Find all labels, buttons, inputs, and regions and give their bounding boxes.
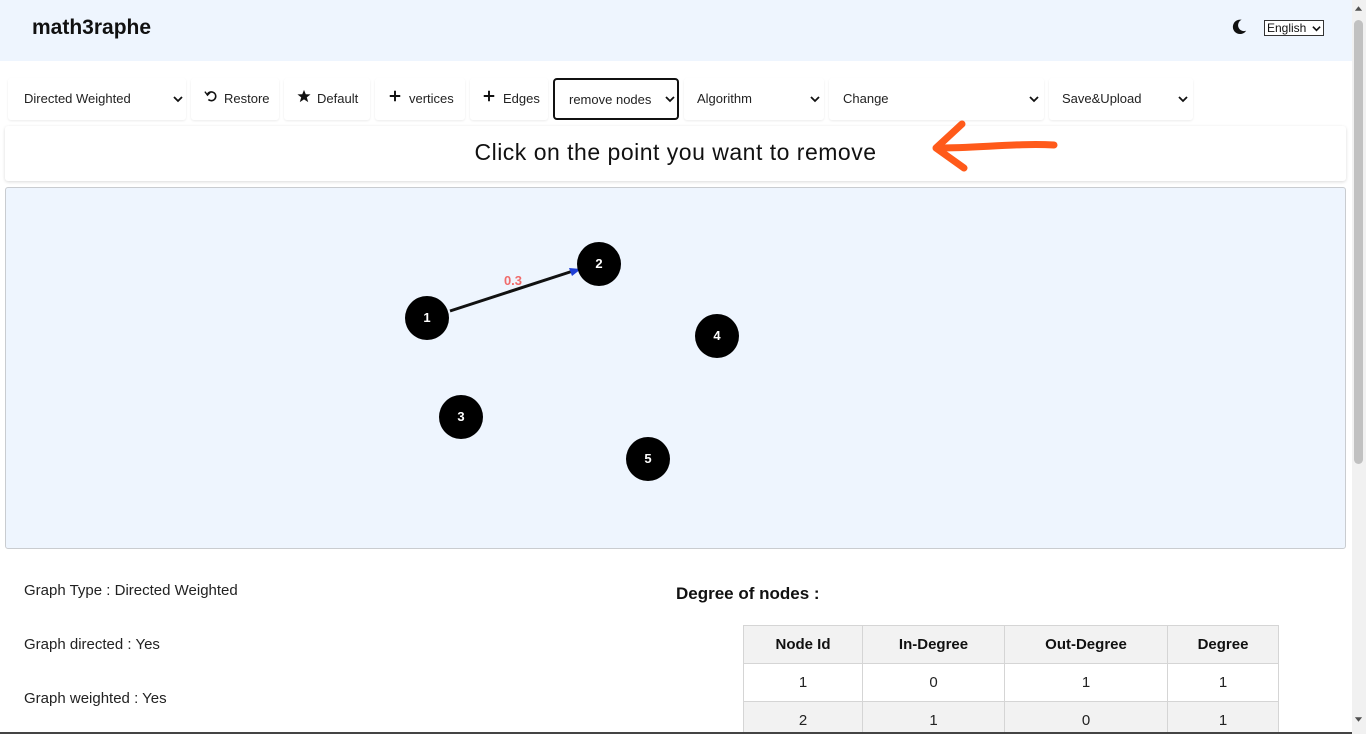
- table-header-row: Node Id In-Degree Out-Degree Degree: [743, 625, 1279, 664]
- edge-weight-label: 0.3: [504, 273, 522, 288]
- change-select[interactable]: Change: [829, 78, 1044, 120]
- node-label: 5: [644, 451, 651, 466]
- table-cell: 1: [743, 663, 863, 702]
- column-header: In-Degree: [862, 625, 1005, 664]
- graph-svg: 0.3 1 2 3 4 5: [405, 242, 739, 481]
- column-header: Node Id: [743, 625, 863, 664]
- graph-type-select[interactable]: Directed Weighted: [8, 78, 186, 120]
- graph-node-4[interactable]: 4: [695, 314, 739, 358]
- table-cell: 2: [743, 701, 863, 734]
- arrow-annotation-icon: [932, 120, 1058, 172]
- moon-icon[interactable]: [1230, 18, 1248, 36]
- table-cell: 1: [862, 701, 1005, 734]
- table-cell: 0: [862, 663, 1005, 702]
- remove-select-value: remove nodes: [569, 92, 652, 107]
- table-cell: 1: [1167, 701, 1279, 734]
- default-button[interactable]: Default: [284, 78, 370, 120]
- graph-weighted-info: Graph weighted : Yes: [24, 690, 167, 707]
- chevron-down-icon: [1312, 26, 1321, 32]
- language-select-value: English: [1267, 21, 1307, 35]
- algorithm-select-value: Algorithm: [697, 91, 752, 106]
- graph-type-info: Graph Type : Directed Weighted: [24, 582, 238, 599]
- column-header: Out-Degree: [1004, 625, 1168, 664]
- vertices-label: vertices: [409, 91, 454, 106]
- plus-icon: [483, 90, 495, 102]
- add-vertices-button[interactable]: vertices: [375, 78, 465, 120]
- change-select-value: Change: [843, 91, 889, 106]
- app-title: math3raphe: [32, 16, 152, 39]
- graph-canvas[interactable]: 0.3 1 2 3 4 5: [5, 187, 1346, 549]
- restore-label: Restore: [224, 91, 270, 106]
- table-row: 2 1 0 1: [743, 701, 1279, 734]
- scroll-up-icon[interactable]: [1354, 4, 1363, 12]
- add-edges-button[interactable]: Edges: [470, 78, 548, 120]
- node-label: 2: [595, 256, 602, 271]
- instruction-text: Click on the point you want to remove: [474, 139, 877, 165]
- star-icon: [297, 89, 311, 103]
- node-label: 3: [457, 409, 464, 424]
- edges-label: Edges: [503, 91, 540, 106]
- graph-node-1[interactable]: 1: [405, 296, 449, 340]
- remove-select[interactable]: remove nodes: [553, 78, 679, 120]
- node-label: 4: [713, 328, 721, 343]
- chevron-down-icon: [1029, 96, 1039, 103]
- algorithm-select[interactable]: Algorithm: [684, 78, 824, 120]
- graph-node-2[interactable]: 2: [577, 242, 621, 286]
- instruction-bar: Click on the point you want to remove: [5, 126, 1346, 181]
- graph-node-3[interactable]: 3: [439, 395, 483, 439]
- degree-title: Degree of nodes :: [676, 584, 820, 603]
- restore-button[interactable]: Restore: [191, 78, 279, 120]
- language-select[interactable]: English: [1264, 20, 1324, 36]
- scrollbar-thumb[interactable]: [1354, 20, 1363, 464]
- save-upload-select[interactable]: Save&Upload: [1049, 78, 1193, 120]
- page: math3raphe English Directed Weighted Res…: [0, 0, 1366, 734]
- table-cell: 1: [1004, 663, 1168, 702]
- node-label: 1: [423, 310, 430, 325]
- scroll-down-icon[interactable]: [1354, 716, 1363, 724]
- table-cell: 0: [1004, 701, 1168, 734]
- default-label: Default: [317, 91, 359, 106]
- graph-type-select-value: Directed Weighted: [24, 91, 131, 106]
- graph-node-5[interactable]: 5: [626, 437, 670, 481]
- save-upload-select-value: Save&Upload: [1062, 91, 1142, 106]
- app-header: math3raphe English: [0, 0, 1352, 61]
- chevron-down-icon: [1178, 96, 1188, 103]
- degree-table: Node Id In-Degree Out-Degree Degree 1 0 …: [743, 625, 1279, 734]
- table-row: 1 0 1 1: [743, 663, 1279, 702]
- chevron-down-icon: [665, 96, 675, 103]
- plus-icon: [389, 90, 401, 102]
- chevron-down-icon: [173, 96, 183, 103]
- undo-icon: [204, 91, 217, 102]
- chevron-down-icon: [810, 96, 820, 103]
- column-header: Degree: [1167, 625, 1279, 664]
- table-cell: 1: [1167, 663, 1279, 702]
- graph-directed-info: Graph directed : Yes: [24, 636, 160, 653]
